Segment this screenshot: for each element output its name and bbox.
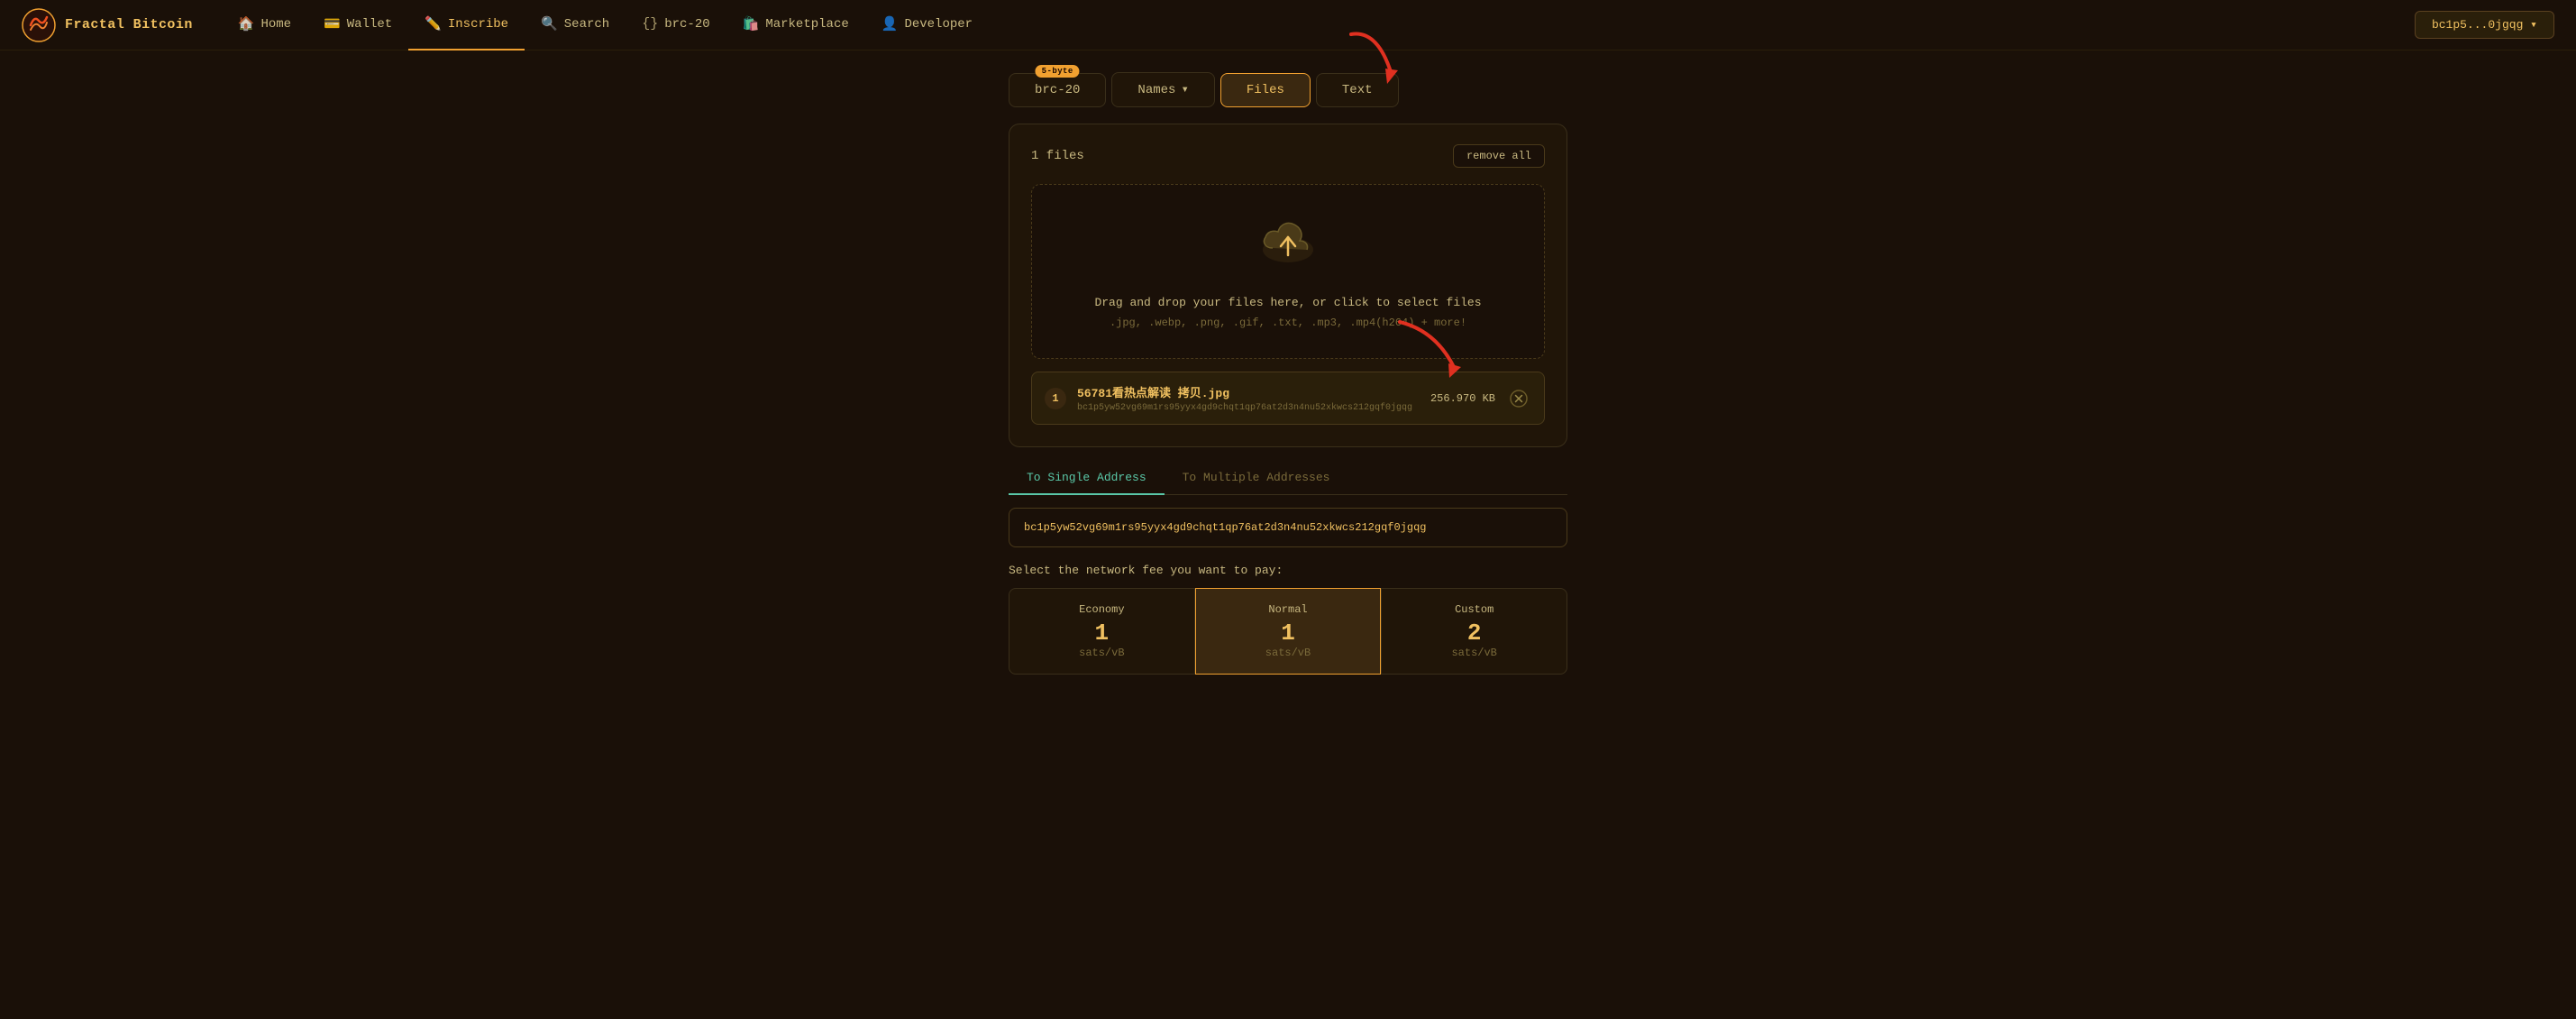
addr-tab-single[interactable]: To Single Address — [1009, 462, 1165, 495]
search-icon: 🔍 — [541, 15, 558, 32]
fee-option-economy[interactable]: Economy 1 sats/vB — [1009, 588, 1195, 675]
tab-brc20[interactable]: 5-byte brc-20 — [1009, 73, 1106, 107]
names-chevron-icon: ▾ — [1181, 82, 1188, 97]
nav-item-marketplace[interactable]: 🛍️ Marketplace — [726, 0, 865, 50]
nav-label-wallet: Wallet — [347, 17, 392, 32]
fee-option-custom[interactable]: Custom 2 sats/vB — [1381, 588, 1567, 675]
fee-option-normal[interactable]: Normal 1 sats/vB — [1195, 588, 1382, 675]
nav-label-developer: Developer — [904, 17, 973, 32]
tab-label-brc20: brc-20 — [1035, 83, 1080, 97]
nav-item-search[interactable]: 🔍 Search — [525, 0, 626, 50]
address-tabs: To Single Address To Multiple Addresses — [1009, 462, 1567, 495]
brc20-icon: {} — [642, 16, 658, 32]
fee-custom-name: Custom — [1391, 603, 1557, 616]
fee-normal-unit: sats/vB — [1205, 647, 1372, 659]
nav-label-search: Search — [564, 17, 609, 32]
inscribe-icon: ✏️ — [425, 15, 442, 32]
nav-label-brc20: brc-20 — [664, 17, 709, 32]
nav-item-wallet[interactable]: 💳 Wallet — [307, 0, 408, 50]
main-content: 5-byte brc-20 Names ▾ Files Text 1 files — [0, 50, 2576, 711]
upload-cloud-icon — [1256, 214, 1320, 282]
tab-files[interactable]: Files — [1220, 73, 1311, 107]
developer-icon: 👤 — [882, 15, 899, 32]
nav-label-inscribe: Inscribe — [448, 17, 508, 32]
fee-custom-amount: 2 — [1391, 620, 1557, 647]
badge-5byte: 5-byte — [1036, 65, 1080, 78]
wallet-icon: 💳 — [324, 15, 341, 32]
logo-text: Fractal Bitcoin — [65, 17, 193, 32]
dropzone[interactable]: Drag and drop your files here, or click … — [1031, 184, 1545, 359]
files-count: 1 files — [1031, 149, 1084, 163]
fee-options: Economy 1 sats/vB Normal 1 sats/vB Custo… — [1009, 588, 1567, 675]
fee-custom-unit: sats/vB — [1391, 647, 1557, 659]
fee-normal-name: Normal — [1205, 603, 1372, 616]
tab-label-files: Files — [1247, 83, 1284, 97]
fee-section-label: Select the network fee you want to pay: — [1009, 564, 1567, 577]
tab-label-text: Text — [1342, 83, 1373, 97]
nav-label-marketplace: Marketplace — [765, 17, 848, 32]
inscribe-tabs-row: 5-byte brc-20 Names ▾ Files Text — [1009, 72, 1567, 107]
nav-item-home[interactable]: 🏠 Home — [222, 0, 307, 50]
tab-label-names: Names — [1137, 83, 1175, 97]
fee-economy-unit: sats/vB — [1019, 647, 1185, 659]
file-name: 56781看热点解读 拷贝.jpg — [1077, 383, 1420, 400]
file-size: 256.970 KB — [1430, 392, 1495, 405]
wallet-address-text: bc1p5...0jgqg ▾ — [2432, 18, 2537, 32]
nav-item-brc20[interactable]: {} brc-20 — [626, 0, 726, 50]
file-remove-button[interactable] — [1506, 390, 1531, 408]
fee-economy-name: Economy — [1019, 603, 1185, 616]
upload-panel: 1 files remove all Drag and drop your fi… — [1009, 124, 1567, 447]
file-address: bc1p5yw52vg69m1rs95yyx4gd9chqt1qp76at2d3… — [1077, 403, 1420, 413]
tab-text[interactable]: Text — [1316, 73, 1399, 107]
tab-names[interactable]: Names ▾ — [1111, 72, 1214, 107]
nav-label-home: Home — [260, 17, 291, 32]
inscribe-container: 5-byte brc-20 Names ▾ Files Text 1 files — [1009, 72, 1567, 675]
file-info: 56781看热点解读 拷贝.jpg bc1p5yw52vg69m1rs95yyx… — [1077, 383, 1420, 413]
nav-item-developer[interactable]: 👤 Developer — [865, 0, 989, 50]
nav-item-inscribe[interactable]: ✏️ Inscribe — [408, 0, 525, 50]
address-input[interactable] — [1009, 508, 1567, 547]
addr-tab-multiple[interactable]: To Multiple Addresses — [1165, 462, 1348, 495]
file-item: 1 56781看热点解读 拷贝.jpg bc1p5yw52vg69m1rs95y… — [1031, 372, 1545, 425]
dropzone-formats-text: .jpg, .webp, .png, .gif, .txt, .mp3, .mp… — [1110, 317, 1466, 329]
home-icon: 🏠 — [238, 15, 255, 32]
navbar: Fractal Bitcoin 🏠 Home 💳 Wallet ✏️ Inscr… — [0, 0, 2576, 50]
marketplace-icon: 🛍️ — [743, 15, 760, 32]
wallet-address-button[interactable]: bc1p5...0jgqg ▾ — [2415, 11, 2554, 39]
file-number: 1 — [1045, 388, 1066, 409]
dropzone-main-text: Drag and drop your files here, or click … — [1094, 293, 1481, 313]
remove-all-button[interactable]: remove all — [1453, 144, 1545, 168]
nav-logo[interactable]: Fractal Bitcoin — [22, 8, 193, 42]
fee-economy-amount: 1 — [1019, 620, 1185, 647]
fee-normal-amount: 1 — [1205, 620, 1372, 647]
panel-header: 1 files remove all — [1031, 144, 1545, 168]
